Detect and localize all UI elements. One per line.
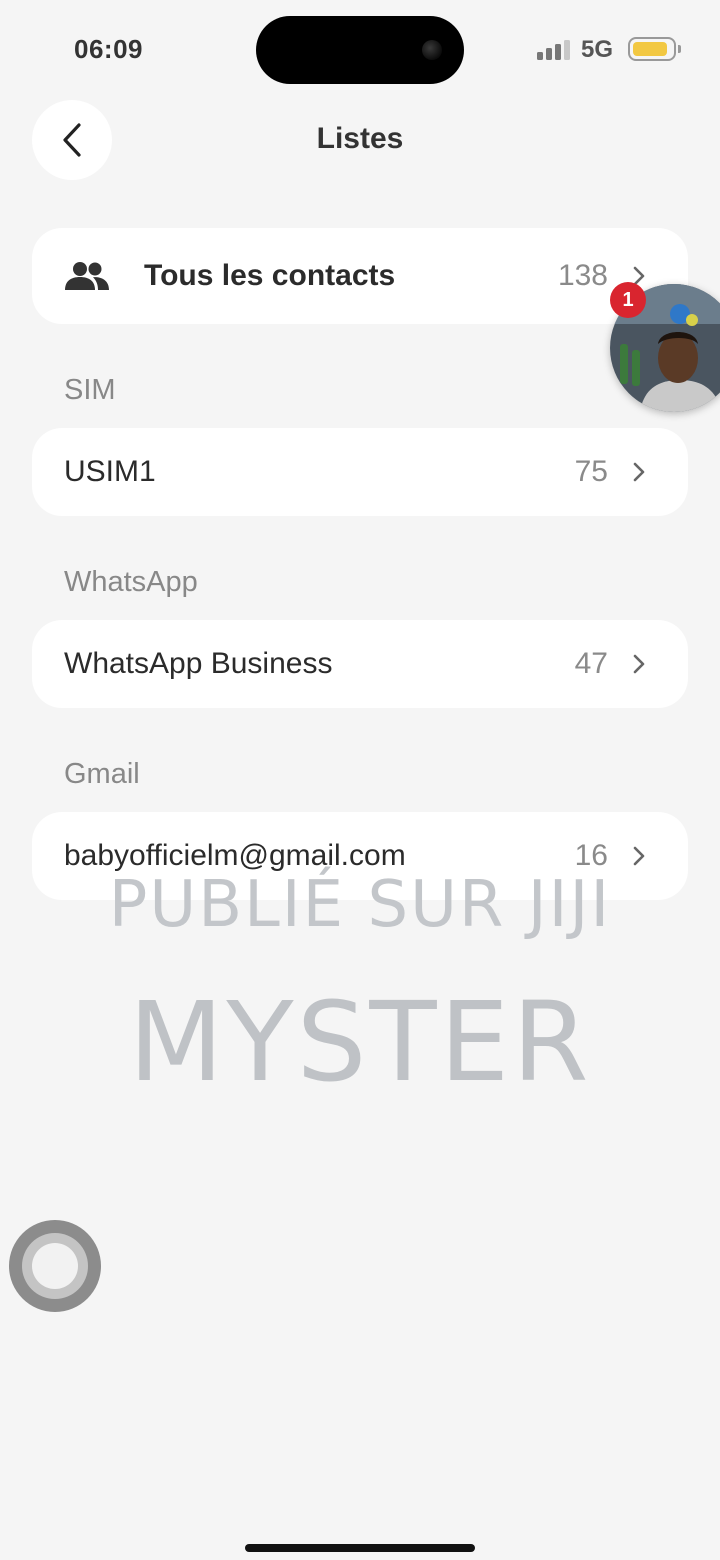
chevron-right-icon [633, 462, 645, 482]
list-item-label: WhatsApp Business [64, 647, 333, 680]
all-contacts-row[interactable]: Tous les contacts 138 [32, 228, 688, 324]
list-item-count: 47 [574, 647, 608, 680]
network-type-label: 5G [581, 36, 614, 63]
list-item-usim1[interactable]: USIM1 75 [32, 428, 688, 516]
notification-badge: 1 [610, 282, 646, 318]
page-title: Listes [316, 122, 404, 155]
list-item-count: 75 [574, 455, 608, 488]
people-icon [65, 262, 109, 290]
section-title-sim: SIM [64, 374, 116, 406]
home-indicator[interactable] [245, 1544, 475, 1552]
chevron-right-icon [633, 846, 645, 866]
list-item-gmail-account[interactable]: babyofficielm@gmail.com 16 [32, 812, 688, 900]
battery-icon [628, 37, 681, 61]
all-contacts-count: 138 [557, 259, 608, 292]
section-title-whatsapp: WhatsApp [64, 566, 198, 598]
camera-lens-icon [422, 40, 442, 60]
list-item-count: 16 [574, 839, 608, 872]
all-contacts-label: Tous les contacts [144, 259, 396, 292]
dynamic-island [256, 16, 464, 84]
watermark-name: MYSTER [128, 978, 592, 1106]
status-time: 06:09 [74, 34, 143, 64]
list-item-label: USIM1 [64, 455, 156, 488]
section-title-gmail: Gmail [64, 758, 140, 790]
cellular-signal-icon [537, 40, 571, 60]
assistive-touch-core [32, 1243, 78, 1289]
assistive-touch-button[interactable] [9, 1220, 101, 1312]
list-item-whatsapp-business[interactable]: WhatsApp Business 47 [32, 620, 688, 708]
chevron-right-icon [633, 654, 645, 674]
list-item-label: babyofficielm@gmail.com [64, 839, 406, 872]
